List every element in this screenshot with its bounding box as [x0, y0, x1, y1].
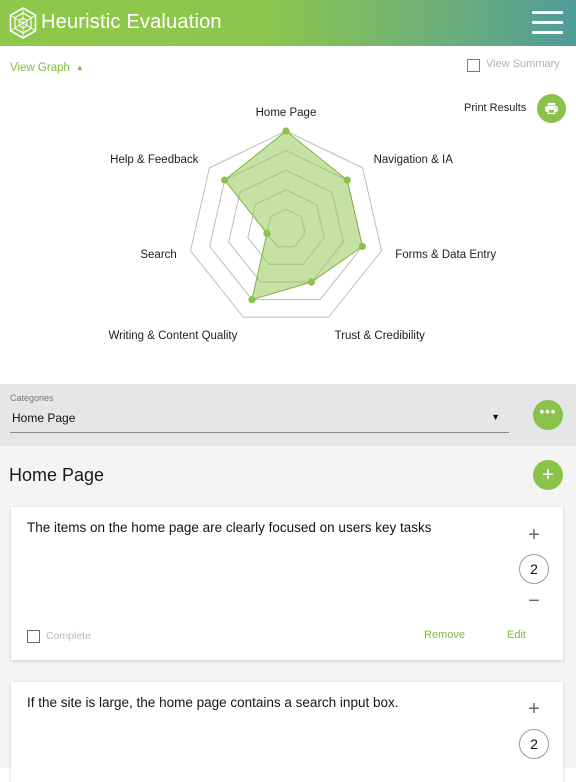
dropdown-caret-icon: ▼ — [491, 412, 500, 422]
view-summary-label: View Summary — [486, 58, 560, 70]
category-select-value: Home Page — [12, 411, 76, 425]
radar-data-point — [343, 176, 351, 184]
heuristic-text: The items on the home page are clearly f… — [27, 520, 432, 535]
radar-axis-label: Help & Feedback — [110, 154, 198, 166]
app-title: Heuristic Evaluation — [41, 11, 222, 33]
add-heuristic-button[interactable]: + — [533, 460, 563, 490]
radar-axis-label: Navigation & IA — [374, 154, 454, 166]
radar-data-area — [223, 130, 363, 301]
categories-caption: Categories — [10, 393, 54, 403]
radar-axis-label: Trust & Credibility — [335, 330, 426, 342]
checkbox-icon — [27, 630, 40, 643]
plus-icon: + — [542, 464, 554, 486]
radar-data-point — [263, 229, 271, 237]
decrement-score-button[interactable]: − — [523, 591, 545, 613]
categories-bar: Categories Home Page ▼ ••• — [0, 384, 576, 446]
heuristic-card: If the site is large, the home page cont… — [11, 682, 563, 782]
score-value: 2 — [519, 729, 549, 759]
hexagon-logo-icon — [9, 7, 37, 39]
complete-label: Complete — [46, 630, 91, 642]
heuristic-card: The items on the home page are clearly f… — [11, 507, 563, 660]
radar-data-point — [248, 296, 256, 304]
radar-axis-label: Search — [140, 249, 176, 261]
view-graph-label: View Graph — [10, 62, 70, 74]
radar-data-point — [358, 242, 366, 250]
heuristic-text: If the site is large, the home page cont… — [27, 695, 399, 710]
score-value: 2 — [519, 554, 549, 584]
hamburger-menu-icon[interactable] — [532, 11, 564, 35]
radar-axis-label: Writing & Content Quality — [108, 330, 237, 342]
radar-data-point — [282, 127, 290, 135]
radar-data-point — [307, 278, 316, 286]
view-graph-toggle[interactable]: View Graph ▲ — [10, 62, 84, 74]
category-select[interactable]: Home Page ▼ — [10, 406, 509, 433]
increment-score-button[interactable]: + — [523, 699, 545, 721]
edit-button[interactable]: Edit — [507, 629, 526, 641]
section-title: Home Page — [9, 465, 105, 485]
radar-data-point — [221, 176, 229, 184]
radar-axis-label: Home Page — [256, 107, 317, 119]
increment-score-button[interactable]: + — [523, 525, 545, 547]
caret-up-icon: ▲ — [75, 63, 84, 72]
radar-chart: Home Page Navigation & IA Forms & Data Ent… — [108, 107, 496, 342]
more-horizontal-icon: ••• — [539, 404, 557, 419]
remove-button[interactable]: Remove — [424, 629, 465, 641]
more-options-button[interactable]: ••• — [533, 400, 563, 430]
radar-axis-label: Forms & Data Entry — [395, 249, 496, 261]
heuristics-section: Home Page + The items on the home page a… — [0, 446, 576, 782]
app-header: Heuristic Evaluation — [0, 0, 576, 46]
checkbox-icon — [467, 59, 480, 72]
